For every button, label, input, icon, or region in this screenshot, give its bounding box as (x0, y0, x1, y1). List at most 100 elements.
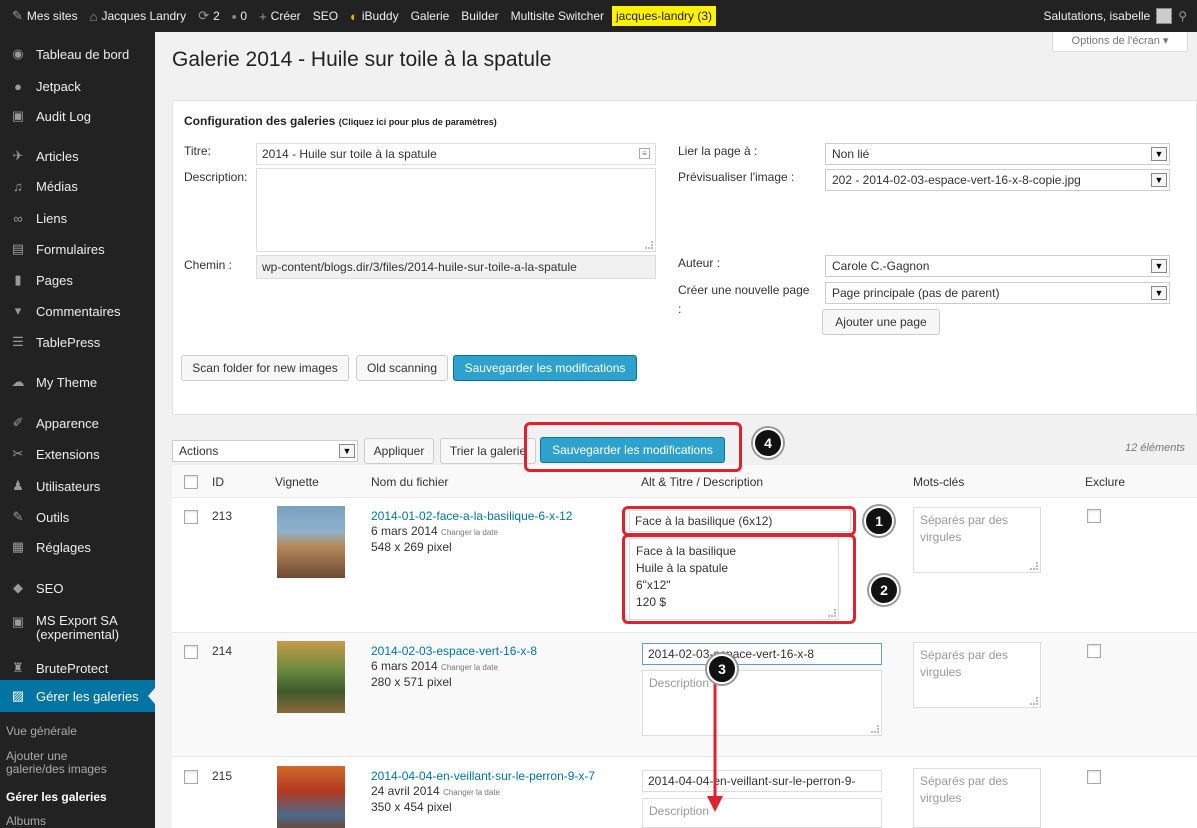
thumbnail-image[interactable] (277, 506, 345, 578)
change-date-link[interactable]: Changer la date (443, 788, 500, 797)
settings-heading-hint: (Cliquez ici pour plus de paramètres) (338, 117, 497, 127)
sort-gallery-button[interactable]: Trier la galerie (440, 438, 536, 464)
submenu-albums[interactable]: Albums (0, 815, 155, 828)
path-field[interactable]: wp-content/blogs.dir/3/files/2014-huile-… (256, 255, 656, 279)
description-field[interactable] (256, 168, 656, 252)
audit-log-icon: ▣ (11, 108, 25, 123)
screen-options-toggle[interactable]: Options de l'écran ▾ (1052, 32, 1188, 52)
sidebar-item-jetpack[interactable]: ● Jetpack (0, 70, 155, 102)
ibuddy-menu[interactable]: ◐ iBuddy (344, 0, 405, 32)
comments-menu[interactable]: ▪ 0 (226, 0, 253, 32)
select-all-checkbox[interactable] (184, 475, 198, 489)
row-checkbox[interactable] (184, 645, 198, 659)
filename-link[interactable]: 2014-01-02-face-a-la-basilique-6-x-12 (371, 509, 572, 523)
description-textarea[interactable]: Description (642, 798, 882, 828)
sidebar-item-tablepress[interactable]: ☰ TablePress (0, 326, 155, 358)
sidebar-item-label: Commentaires (36, 303, 121, 319)
sidebar-item-dashboard[interactable]: ◉ Tableau de bord (0, 38, 155, 70)
sidebar-item-articles[interactable]: ✈ Articles (0, 140, 155, 172)
wordpress-icon: ✎ (12, 8, 23, 23)
preview-image-select[interactable]: 202 - 2014-02-03-espace-vert-16-x-8-copi… (825, 169, 1170, 191)
sidebar-item-audit-log[interactable]: ▣ Audit Log (0, 100, 155, 132)
column-alt-title: Alt & Titre / Description (641, 475, 764, 489)
site-switch-item[interactable]: jacques-landry (3) (610, 0, 718, 32)
seo-label: SEO (312, 9, 339, 23)
seo-menu[interactable]: SEO (307, 0, 344, 32)
tags-textarea[interactable]: Séparés par des virgules (913, 642, 1041, 708)
save-settings-button[interactable]: Sauvegarder les modifications (453, 355, 637, 381)
filename-link[interactable]: 2014-04-04-en-veillant-sur-le-perron-9-x… (371, 769, 595, 783)
my-sites-menu[interactable]: ✎ Mes sites (6, 0, 84, 32)
tags-textarea[interactable]: Séparés par des virgules (913, 507, 1041, 573)
chevron-down-icon: ▼ (1151, 259, 1167, 273)
sidebar-item-label: Tableau de bord (36, 46, 130, 62)
apply-button[interactable]: Appliquer (364, 438, 434, 464)
seo-icon: ◆ (13, 580, 23, 595)
column-id[interactable]: ID (212, 475, 224, 489)
annotation-badge: 1 (864, 506, 894, 536)
exclude-checkbox[interactable] (1087, 644, 1101, 658)
submenu-manage-galleries[interactable]: Gérer les galeries (0, 791, 155, 804)
change-date-link[interactable]: Changer la date (441, 663, 498, 672)
sidebar-item-settings[interactable]: ▦ Réglages (0, 531, 155, 563)
scan-folder-button[interactable]: Scan folder for new images (181, 355, 349, 381)
pin-icon: ✈ (12, 148, 24, 163)
sidebar-item-forms[interactable]: ▤ Formulaires (0, 233, 155, 265)
search-icon[interactable]: ⚲ (1178, 9, 1187, 23)
bulk-actions-select[interactable]: Actions ▼ (172, 440, 358, 462)
gallery-menu[interactable]: Galerie (405, 0, 456, 32)
sidebar-item-users[interactable]: ♟ Utilisateurs (0, 470, 155, 502)
updates-menu[interactable]: ⟳ 2 (192, 0, 226, 32)
gallery-icon: ▨ (11, 688, 25, 703)
avatar[interactable] (1156, 8, 1173, 24)
tags-textarea[interactable]: Séparés par des virgules (913, 768, 1041, 828)
description-textarea[interactable]: Description (642, 670, 882, 736)
title-field[interactable]: 2014 - Huile sur toile à la spatule ≡ (256, 143, 656, 165)
row-file-info: 2014-02-03-espace-vert-16-x-8 6 mars 201… (371, 644, 537, 690)
bulk-actions-value: Actions (179, 444, 219, 458)
new-page-select[interactable]: Page principale (pas de parent) ▼ (825, 282, 1170, 304)
link-icon: ∞ (13, 210, 23, 226)
comments-icon: ▪ (231, 8, 237, 24)
row-checkbox[interactable] (184, 770, 198, 784)
sidebar-item-appearance[interactable]: ✐ Apparence (0, 407, 155, 439)
submenu-add-gallery-line2[interactable]: galerie/des images (0, 763, 155, 776)
sidebar-item-my-theme[interactable]: ☁ My Theme (0, 366, 155, 398)
link-page-select[interactable]: Non lié ▼ (825, 143, 1170, 165)
screen-options-label: Options de l'écran (1071, 35, 1160, 47)
user-greeting[interactable]: Salutations, isabelle (1043, 9, 1150, 23)
sidebar-item-ms-export[interactable]: ▣ MS Export SA (experimental) (0, 608, 155, 648)
multisite-switcher-menu[interactable]: Multisite Switcher (505, 0, 610, 32)
author-select[interactable]: Carole C.-Gagnon ▼ (825, 255, 1170, 277)
settings-heading[interactable]: Configuration des galeries (Cliquez ici … (184, 114, 497, 128)
thumbnail-image[interactable] (277, 641, 345, 713)
sidebar-item-comments[interactable]: ▾ Commentaires (0, 295, 155, 327)
change-date-link[interactable]: Changer la date (441, 528, 498, 537)
sidebar-item-seo[interactable]: ◆ SEO (0, 572, 155, 604)
add-page-button[interactable]: Ajouter une page (822, 309, 940, 335)
current-site-badge: jacques-landry (3) (612, 6, 717, 26)
alt-title-input[interactable]: 2014-04-04-en-veillant-sur-le-perron-9- (642, 770, 882, 792)
builder-menu[interactable]: Builder (455, 0, 504, 32)
sidebar-item-links[interactable]: ∞ Liens (0, 202, 155, 234)
sidebar-item-media[interactable]: ♫ Médias (0, 170, 155, 202)
column-filename[interactable]: Nom du fichier (371, 475, 448, 489)
submenu-overview[interactable]: Vue générale (0, 725, 155, 738)
sidebar-item-pages[interactable]: ▮ Pages (0, 264, 155, 296)
site-name-menu[interactable]: ⌂ Jacques Landry (84, 0, 193, 32)
filename-link[interactable]: 2014-02-03-espace-vert-16-x-8 (371, 644, 537, 658)
sidebar-item-manage-galleries[interactable]: ▨ Gérer les galeries (0, 680, 155, 712)
sidebar-item-label: Articles (36, 148, 79, 164)
thumbnail-image[interactable] (277, 766, 345, 828)
exclude-checkbox[interactable] (1087, 770, 1101, 784)
sidebar-item-plugins[interactable]: ✂ Extensions (0, 438, 155, 470)
alt-title-input[interactable]: 2014-02-03-espace-vert-16-x-8 (642, 643, 882, 665)
brush-icon: ✐ (12, 415, 24, 430)
old-scanning-button[interactable]: Old scanning (356, 355, 448, 381)
new-content-menu[interactable]: + Créer (253, 0, 307, 32)
sidebar-item-tools[interactable]: ✎ Outils (0, 501, 155, 533)
exclude-checkbox[interactable] (1087, 509, 1101, 523)
row-checkbox[interactable] (184, 510, 198, 524)
link-page-value: Non lié (832, 147, 870, 161)
new-page-value: Page principale (pas de parent) (832, 286, 1000, 300)
